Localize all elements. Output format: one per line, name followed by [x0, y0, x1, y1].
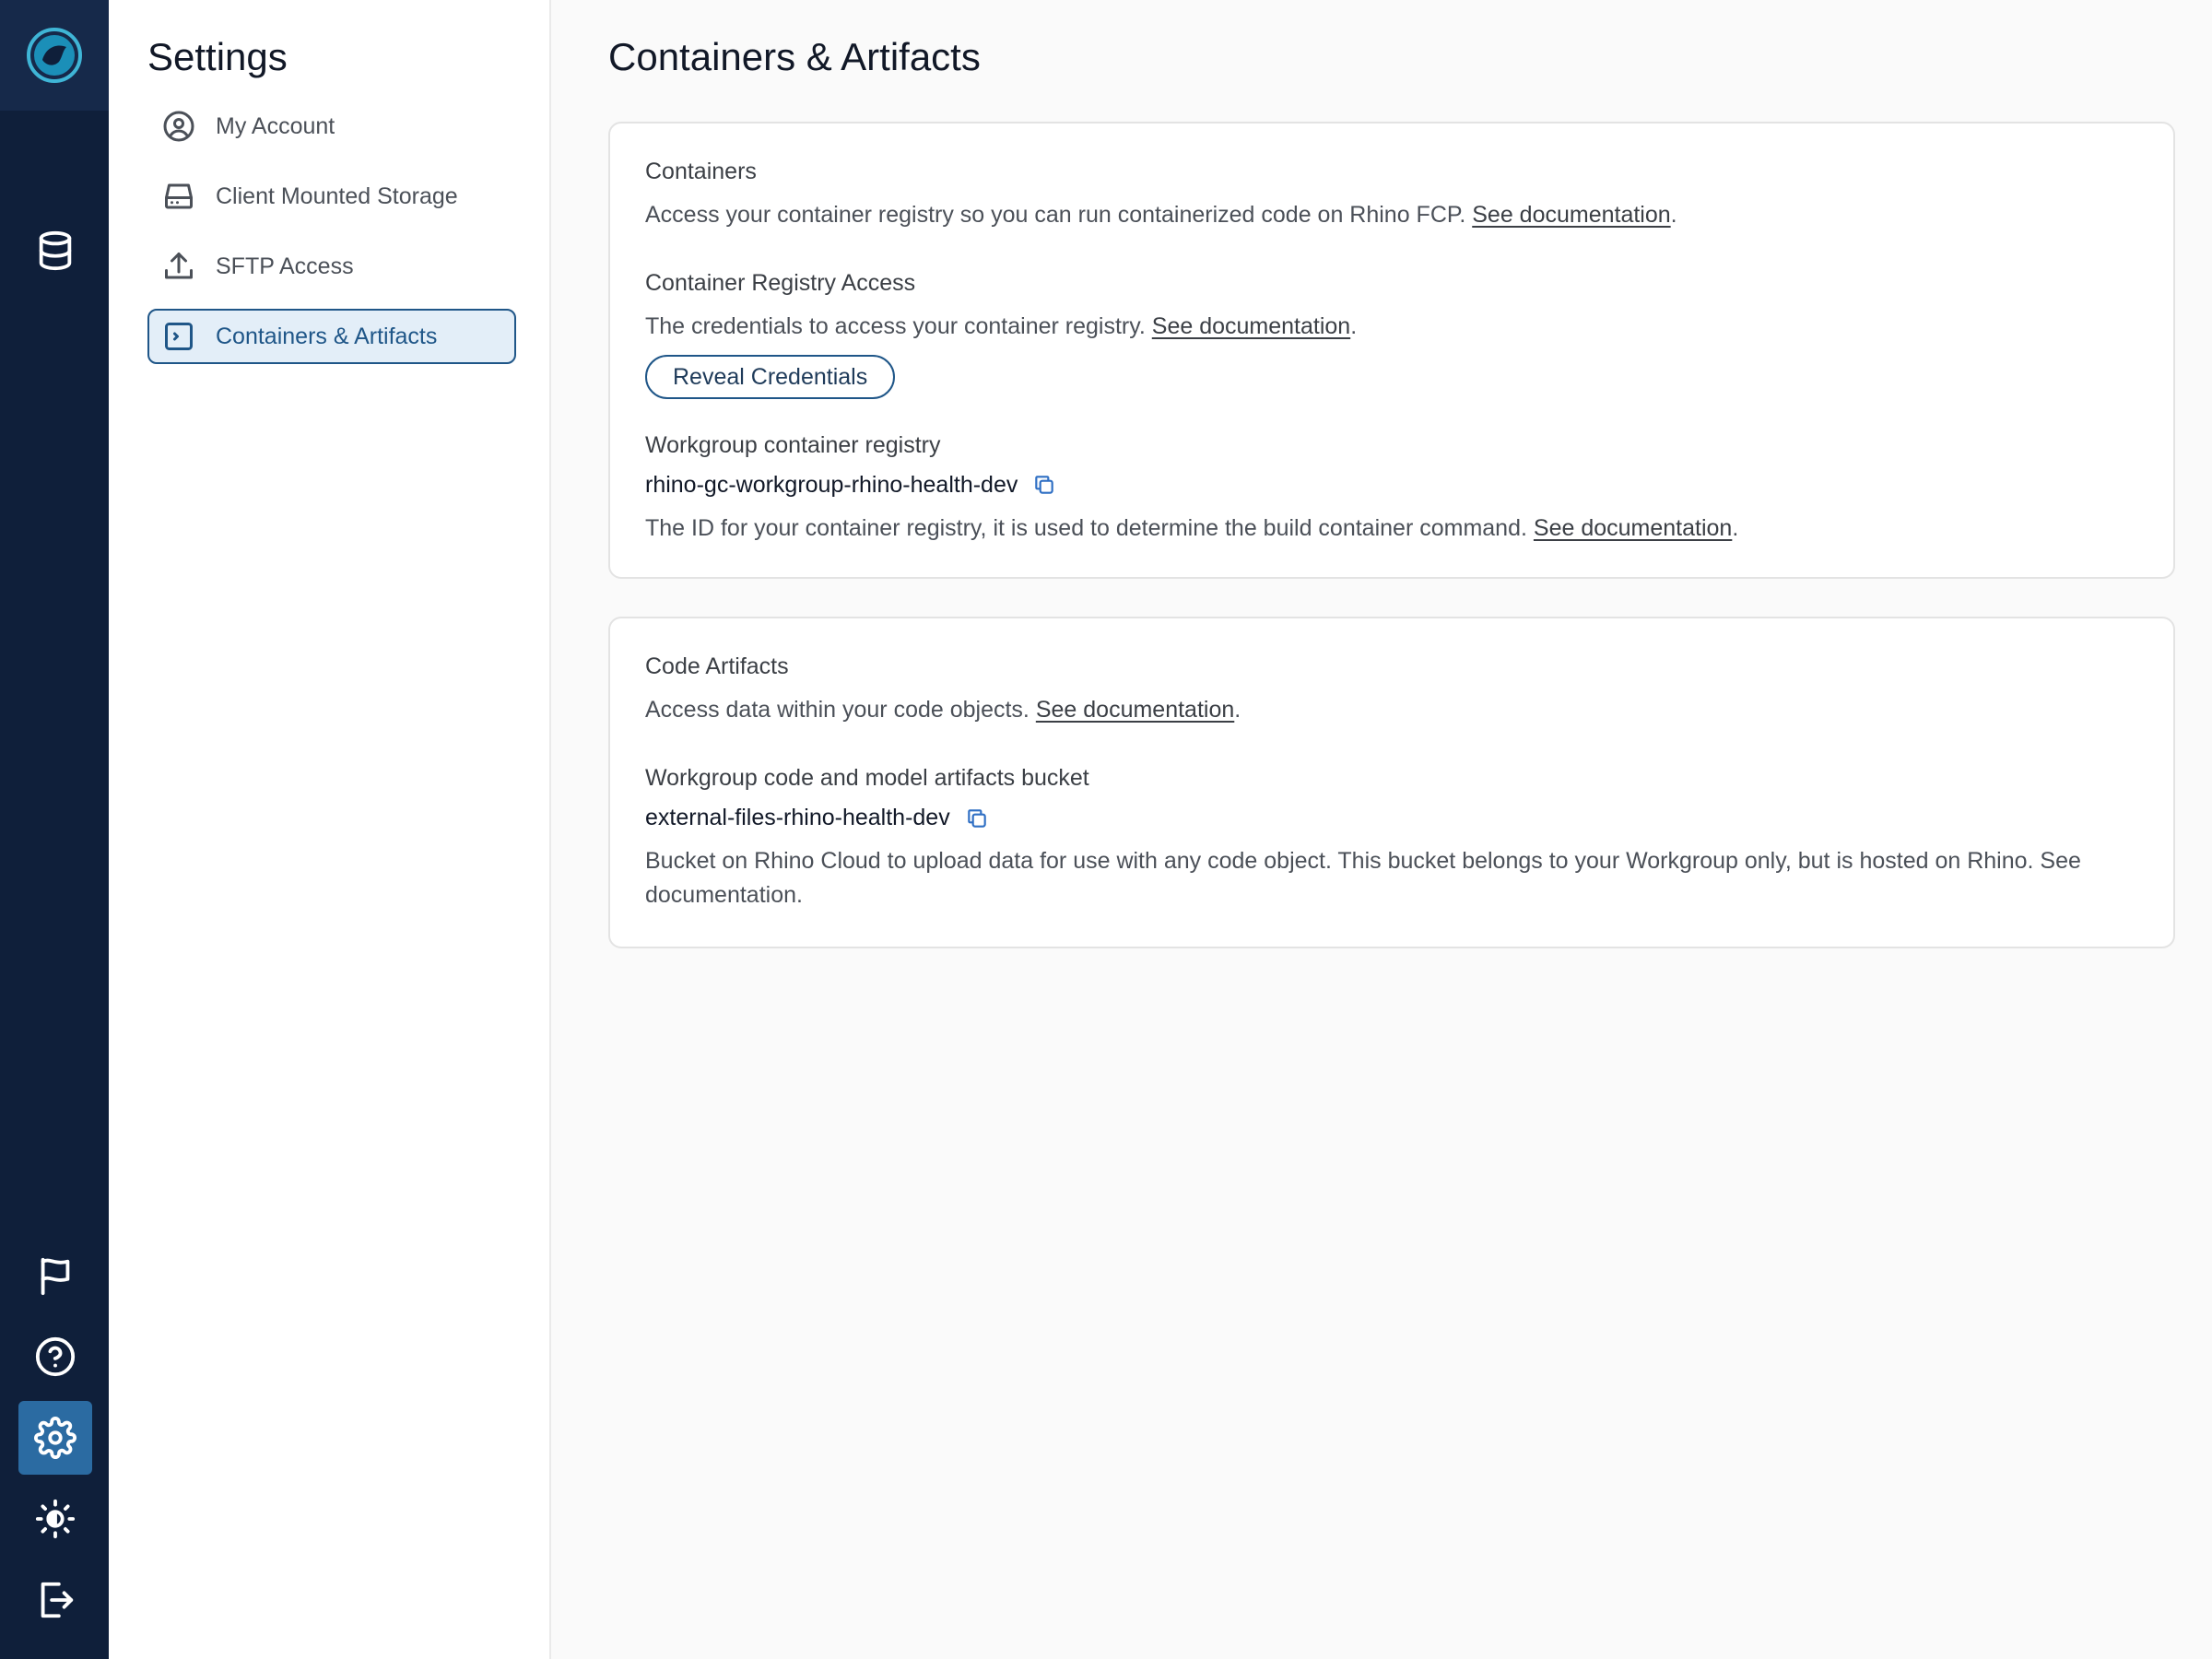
settings-icon[interactable] [18, 1401, 92, 1475]
section-title: Containers [645, 159, 757, 184]
description-text: Access your container registry so you ca… [645, 202, 1473, 228]
bucket-id-row: external-files-rhino-health-dev [645, 805, 2138, 831]
nav-item-client-mounted-storage[interactable]: Client Mounted Storage [147, 169, 516, 224]
registry-id-row: rhino-gc-workgroup-rhino-health-dev [645, 472, 2138, 499]
section-description: Bucket on Rhino Cloud to upload data for… [645, 848, 2081, 908]
bucket-id-value: external-files-rhino-health-dev [645, 805, 950, 831]
nav-item-label: Client Mounted Storage [216, 182, 458, 209]
flag-icon[interactable] [18, 1239, 92, 1312]
page-title: Containers & Artifacts [608, 35, 981, 78]
logo-icon[interactable] [0, 0, 109, 111]
help-icon[interactable] [18, 1320, 92, 1394]
section-title: Code Artifacts [645, 653, 789, 679]
nav-item-sftp-access[interactable]: SFTP Access [147, 239, 516, 294]
containers-card: Containers Access your container registr… [608, 122, 2175, 579]
artifacts-bucket-section: Workgroup code and model artifacts bucke… [645, 765, 2138, 912]
hard-drive-icon [165, 183, 193, 209]
code-artifacts-section: Code Artifacts Access data within your c… [645, 653, 2138, 726]
description-suffix: . [1234, 697, 1241, 723]
reveal-credentials-button[interactable]: Reveal Credentials [645, 354, 896, 399]
documentation-link[interactable]: See documentation [1534, 515, 1732, 541]
brightness-icon[interactable] [18, 1482, 92, 1556]
documentation-link[interactable]: See documentation [1152, 313, 1350, 339]
section-title: Workgroup container registry [645, 431, 941, 458]
documentation-link[interactable]: See documentation [1036, 697, 1234, 723]
copy-icon[interactable] [965, 806, 989, 830]
section-title: Workgroup code and model artifacts bucke… [645, 765, 1089, 792]
description-text: The ID for your container registry, it i… [645, 514, 1534, 541]
settings-panel: Settings My Account Client Mounted Stora… [109, 0, 551, 1659]
nav-item-label: Containers & Artifacts [216, 323, 438, 349]
description-suffix: . [1670, 202, 1677, 228]
nav-item-my-account[interactable]: My Account [147, 99, 516, 154]
description-text: The credentials to access your container… [645, 313, 1152, 340]
copy-icon[interactable] [1032, 473, 1056, 497]
section-description: The ID for your container registry, it i… [645, 512, 2138, 545]
section-title: Container Registry Access [645, 270, 916, 297]
description-suffix: . [1350, 313, 1358, 340]
description-suffix: . [1732, 514, 1739, 541]
settings-title: Settings [147, 35, 288, 78]
description-text: Access data within your code objects. [645, 697, 1036, 723]
containers-section: Containers Access your container registr… [645, 159, 2138, 231]
section-description: The credentials to access your container… [645, 310, 2138, 343]
nav-item-label: My Account [216, 112, 335, 139]
nav-item-containers-artifacts[interactable]: Containers & Artifacts [147, 309, 516, 364]
terminal-icon [165, 323, 193, 350]
code-artifacts-card: Code Artifacts Access data within your c… [608, 617, 2175, 948]
nav-item-label: SFTP Access [216, 253, 354, 279]
logout-icon[interactable] [18, 1563, 92, 1637]
main-content: Containers & Artifacts Containers Access… [551, 0, 2212, 1659]
upload-icon [165, 253, 193, 279]
workgroup-registry-section: Workgroup container registry rhino-gc-wo… [645, 432, 2138, 545]
icon-rail [0, 0, 109, 1659]
registry-access-section: Container Registry Access The credential… [645, 270, 2138, 399]
database-icon[interactable] [18, 214, 92, 288]
user-circle-icon [163, 111, 194, 142]
documentation-link[interactable]: See documentation [1472, 202, 1670, 228]
section-description: Access your container registry so you ca… [645, 198, 2138, 231]
section-description: Access data within your code objects. Se… [645, 693, 2138, 726]
registry-id-value: rhino-gc-workgroup-rhino-health-dev [645, 471, 1018, 498]
